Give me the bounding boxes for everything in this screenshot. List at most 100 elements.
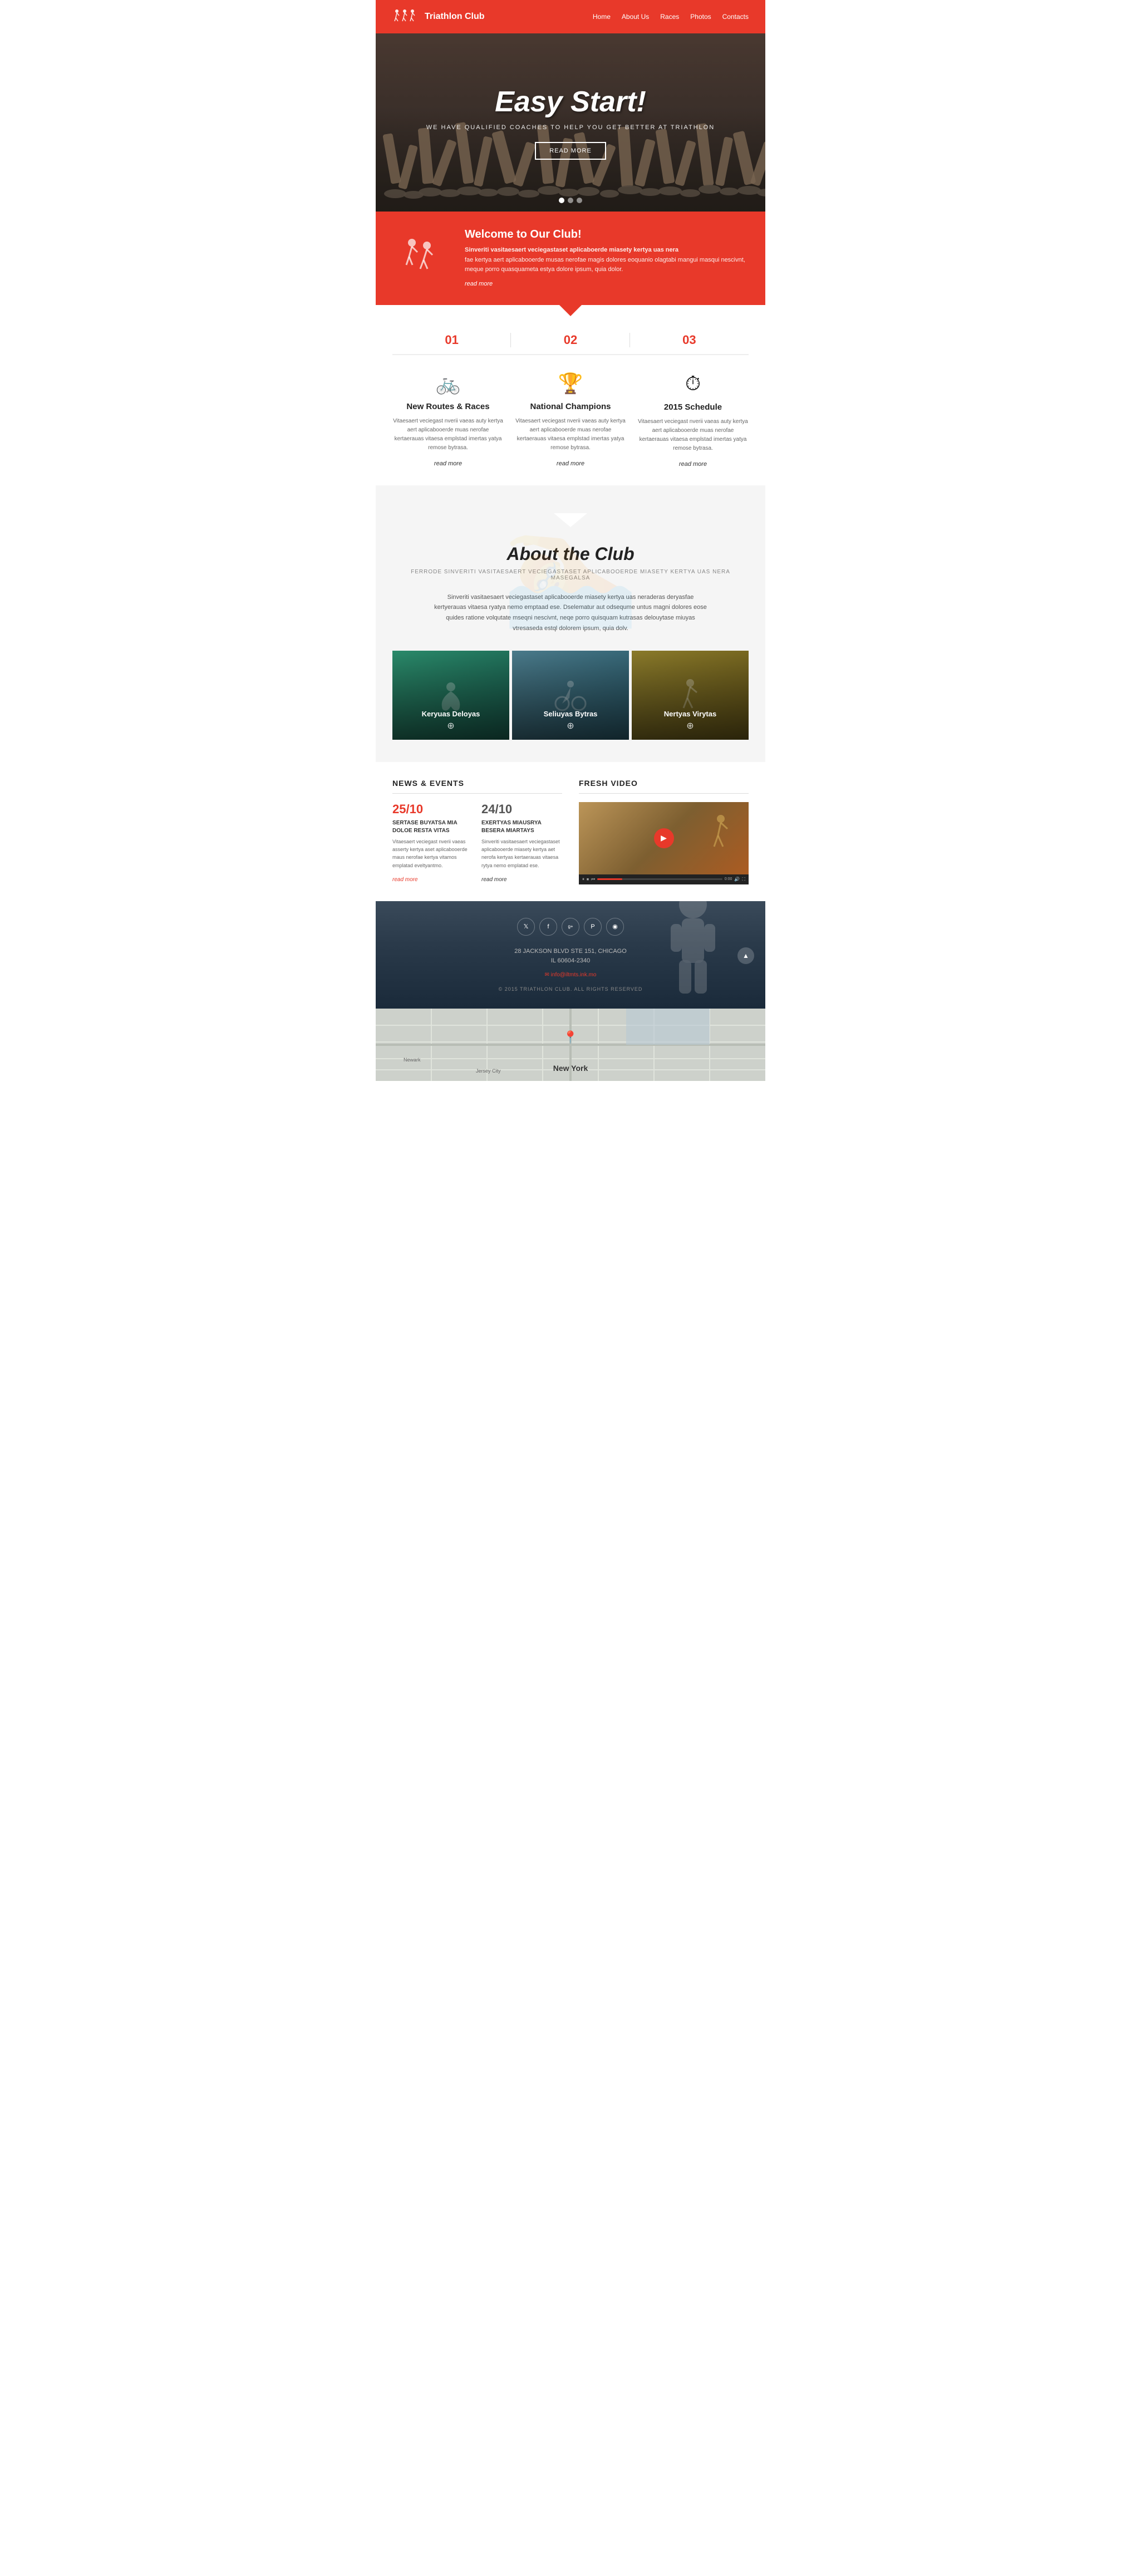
scroll-to-top-button[interactable]: ▲ [737,947,754,964]
nav-races[interactable]: Races [660,13,679,21]
video-rewind-button[interactable]: ⏮ [591,877,595,882]
feature-link-2[interactable]: read more [557,460,584,467]
hero-title: Easy Start! [426,85,715,119]
news-title-2: EXERTYAS MIAUSRYA BESERA MIARTAYS [481,819,562,835]
bike-icon: 🚲 [392,372,504,395]
welcome-intro: Sinveriti vasitaesaert veciegastaset apl… [465,245,749,275]
logo: Triathlon Club [392,6,485,28]
svg-text:Jersey City: Jersey City [476,1068,501,1074]
nav-contacts[interactable]: Contacts [722,13,749,21]
video-thumbnail[interactable]: ▶ [579,802,749,874]
social-google-plus-button[interactable]: g+ [562,918,579,936]
stopwatch-icon: ⏱ [637,372,749,396]
map-section: Newark Jersey City 📍 New York [376,1009,765,1081]
team-name-2: Seliuyas Bytras [544,710,598,718]
video-progress-bar[interactable] [597,878,722,880]
feature-title-2: National Champions [515,402,626,411]
hero-dot-1[interactable] [559,198,564,203]
team-social-icon-3[interactable]: ⊕ [686,720,694,731]
map-pin[interactable]: 📍 [563,1030,578,1045]
feature-title-3: 2015 Schedule [637,402,749,412]
hero-content: Easy Start! WE HAVE QUALIFIED COACHES TO… [426,85,715,160]
video-pause-button[interactable]: ⏸ [582,877,584,882]
feature-item-3: ⏱ 2015 Schedule Vitaesaert veciegast nve… [637,372,749,469]
news-desc-1: Vitaesaert veciegast nverii vaeas assert… [392,838,473,870]
feature-link-1[interactable]: read more [434,460,462,467]
features-tabs: 01 02 03 [392,333,749,355]
footer-copyright: © 2015 TRIATHLON CLUB. ALL RIGHTS RESERV… [392,986,749,992]
welcome-section: Welcome to Our Club! Sinveriti vasitaesa… [376,212,765,305]
features-tab-2[interactable]: 02 [511,333,629,354]
trophy-icon: 🏆 [515,372,626,395]
news-item-1: 25/10 SERTASE BUYATSA MIA DOLOE RESTA VI… [392,802,473,884]
feature-item-1: 🚲 New Routes & Races Vitaesaert veciegas… [392,372,504,469]
features-tab-3[interactable]: 03 [630,333,749,354]
news-item-2: 24/10 EXERTYAS MIAUSRYA BESERA MIARTAYS … [481,802,562,884]
hero-dots [559,198,582,203]
welcome-icon [392,234,448,282]
features-tab-1[interactable]: 01 [392,333,511,354]
team-social-icon-2[interactable]: ⊕ [567,720,574,731]
svg-text:Newark: Newark [404,1057,421,1063]
team-card-1[interactable]: Keryuas Deloyas ⊕ [392,651,509,740]
features-section: 01 02 03 🚲 New Routes & Races Vitaesaert… [376,305,765,485]
social-pinterest-button[interactable]: P [584,918,602,936]
footer-address: 28 JACKSON BLVD STE 151, CHICAGOIL 60604… [392,947,749,966]
features-grid: 🚲 New Routes & Races Vitaesaert veciegas… [392,372,749,469]
nav-home[interactable]: Home [593,13,611,21]
feature-title-1: New Routes & Races [392,402,504,411]
hero-subtitle: WE HAVE QUALIFIED COACHES TO HELP YOU GE… [426,124,715,131]
welcome-text: Welcome to Our Club! Sinveriti vasitaesa… [465,228,749,288]
team-overlay-1: Keryuas Deloyas ⊕ [392,651,509,740]
footer-email[interactable]: info@iltmts.ink.mo [392,972,749,978]
hero-section: Easy Start! WE HAVE QUALIFIED COACHES TO… [376,33,765,212]
header: Triathlon Club Home About Us Races Photo… [376,0,765,33]
nav-photos[interactable]: Photos [690,13,711,21]
video-progress-fill [597,878,622,880]
hero-read-more-button[interactable]: READ MORE [535,142,606,160]
welcome-title: Welcome to Our Club! [465,228,749,241]
video-time: 0:00 [725,877,732,881]
news-title-1: SERTASE BUYATSA MIA DOLOE RESTA VITAS [392,819,473,835]
footer: 𝕏 f g+ P ◉ 28 JACKSON BLVD STE 151, CHIC… [376,901,765,1009]
news-items: 25/10 SERTASE BUYATSA MIA DOLOE RESTA VI… [392,802,562,884]
feature-desc-3: Vitaesaert veciegast nverii vaeas auty k… [637,417,749,453]
team-overlay-3: Nertyas Virytas ⊕ [632,651,749,740]
footer-social: 𝕏 f g+ P ◉ [392,918,749,936]
news-desc-2: Sinveriti vasitaesaert veciegastaset apl… [481,838,562,870]
video-fullscreen-button[interactable]: ⛶ [742,877,745,882]
feature-desc-2: Vitaesaert veciegast nverii vaeas auty k… [515,417,626,453]
video-section-title: Fresh Video [579,779,749,794]
video-column: Fresh Video ▶ ⏸ ⏹ ⏮ 0:00 [579,779,749,884]
video-stop-button[interactable]: ⏹ [587,877,589,882]
hero-dot-2[interactable] [568,198,573,203]
logo-text: Triathlon Club [425,11,485,22]
team-overlay-2: Seliuyas Bytras ⊕ [512,651,629,740]
news-link-1[interactable]: read more [392,877,418,883]
feature-item-2: 🏆 National Champions Vitaesaert veciegas… [515,372,626,469]
team-grid: Keryuas Deloyas ⊕ Seliuyas Bytras ⊕ [392,651,749,740]
social-twitter-button[interactable]: 𝕏 [517,918,535,936]
about-section: 🏊 About the Club FERRODE SINVERITI VASIT… [376,485,765,762]
team-name-3: Nertyas Virytas [664,710,716,718]
team-card-3[interactable]: Nertyas Virytas ⊕ [632,651,749,740]
feature-link-3[interactable]: read more [679,461,707,468]
news-date-1: 25/10 [392,802,473,817]
video-play-button[interactable]: ▶ [654,828,674,848]
hero-dot-3[interactable] [577,198,582,203]
news-date-2: 24/10 [481,802,562,817]
social-rss-button[interactable]: ◉ [606,918,624,936]
map-city-label: New York [553,1064,588,1073]
team-card-2[interactable]: Seliuyas Bytras ⊕ [512,651,629,740]
team-social-icon-1[interactable]: ⊕ [447,720,454,731]
news-section-title: News & Events [392,779,562,794]
welcome-arrow [559,305,582,316]
nav-about[interactable]: About Us [622,13,649,21]
logo-icon [392,6,420,28]
news-video-section: News & Events 25/10 SERTASE BUYATSA MIA … [376,762,765,901]
video-volume-button[interactable]: 🔊 [734,877,740,882]
social-facebook-button[interactable]: f [539,918,557,936]
news-link-2[interactable]: read more [481,877,507,883]
about-bg-swimmer-icon: 🏊 [501,502,640,633]
welcome-read-more-link[interactable]: read more [465,281,493,287]
